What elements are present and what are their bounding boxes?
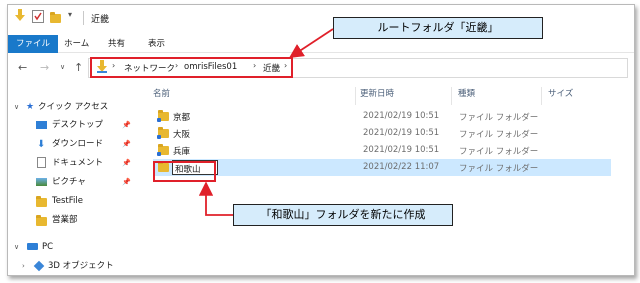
address-row: ← → ∨ ↑ › ネットワーク › omrisFiles01 › 近畿 › [8, 55, 634, 81]
file-type: ファイル フォルダー [459, 147, 539, 157]
file-type: ファイル フォルダー [459, 113, 539, 123]
column-header-size[interactable]: サイズ [548, 87, 573, 101]
column-header-type[interactable]: 種類 [458, 87, 475, 101]
cube-icon [33, 260, 45, 272]
file-row[interactable]: 大阪 2021/02/19 10:51 ファイル フォルダー [153, 125, 611, 142]
nav-item-sales[interactable]: 営業部 [8, 212, 138, 228]
recent-locations-chevron-icon[interactable]: ∨ [60, 63, 65, 71]
pin-icon[interactable]: 📌 [122, 174, 131, 190]
breadcrumb-current[interactable]: 近畿 [263, 62, 280, 74]
nav-item-pictures[interactable]: ピクチャ 📌 [8, 174, 138, 190]
forward-arrow-icon[interactable]: → [40, 61, 49, 74]
file-row[interactable]: 兵庫 2021/02/19 10:51 ファイル フォルダー [153, 142, 611, 159]
column-separator[interactable] [451, 87, 452, 105]
pc-icon [27, 243, 38, 250]
folder-down-icon [14, 9, 26, 26]
properties-icon[interactable] [32, 10, 44, 26]
file-date: 2021/02/22 11:07 [363, 162, 440, 172]
collapse-chevron-icon[interactable]: › [22, 258, 25, 274]
rename-highlight-box [153, 161, 216, 182]
nav-item-label: TestFile [52, 196, 83, 206]
pin-icon[interactable]: 📌 [122, 117, 131, 133]
back-arrow-icon[interactable]: ← [18, 61, 27, 74]
window-title: 近畿 [91, 15, 110, 25]
star-icon: ★ [26, 102, 35, 112]
column-separator[interactable] [541, 87, 542, 105]
nav-pc-label: PC [42, 242, 54, 252]
document-icon [37, 157, 46, 168]
download-icon: ⬇ [37, 139, 46, 150]
breadcrumb-chevron-icon[interactable]: › [112, 61, 115, 70]
nav-item-documents[interactable]: ドキュメント 📌 [8, 155, 138, 171]
picture-icon [36, 178, 47, 186]
desktop-icon [36, 121, 47, 129]
nav-item-label: ピクチャ [52, 177, 86, 187]
breadcrumb-chevron-icon[interactable]: › [175, 61, 178, 70]
file-row[interactable]: 京都 2021/02/19 10:51 ファイル フォルダー [153, 108, 611, 125]
up-arrow-icon[interactable]: ↑ [74, 61, 83, 74]
expand-chevron-icon[interactable]: ∨ [14, 239, 19, 255]
file-name: 兵庫 [173, 147, 191, 157]
nav-item-label: ドキュメント [52, 158, 104, 168]
file-date: 2021/02/19 10:51 [363, 111, 440, 121]
breadcrumb-chevron-icon[interactable]: › [284, 61, 287, 70]
network-folder-icon [96, 60, 108, 77]
nav-pc[interactable]: ∨ PC [8, 239, 138, 255]
tab-home[interactable]: ホーム [58, 35, 95, 53]
file-row-selected[interactable]: 和歌山 2021/02/22 11:07 ファイル フォルダー [153, 159, 611, 176]
pin-icon[interactable]: 📌 [122, 136, 131, 152]
tab-share[interactable]: 共有 [102, 35, 131, 53]
nav-item-label: デスクトップ [52, 120, 104, 130]
title-separator [83, 11, 84, 25]
nav-item-desktop[interactable]: デスクトップ 📌 [8, 117, 138, 133]
tab-file[interactable]: ファイル [8, 35, 59, 53]
tab-view[interactable]: 表示 [142, 35, 171, 53]
file-name: 大阪 [173, 130, 191, 140]
nav-item-label: 営業部 [52, 215, 78, 225]
nav-item-testfile[interactable]: TestFile [8, 193, 138, 209]
column-header-name[interactable]: 名前 [153, 87, 170, 101]
expand-chevron-icon[interactable]: ∨ [14, 99, 19, 115]
quick-access-toolbar-dropdown[interactable]: ▾ [68, 10, 72, 19]
callout-new-folder: 「和歌山」フォルダを新たに作成 [233, 204, 453, 226]
file-type: ファイル フォルダー [459, 130, 539, 140]
file-date: 2021/02/19 10:51 [363, 145, 440, 155]
column-separator[interactable] [355, 87, 356, 105]
breadcrumb-chevron-icon[interactable]: › [253, 61, 256, 70]
column-header-date[interactable]: 更新日時 [360, 87, 394, 101]
callout-root-folder: ルートフォルダ「近畿」 [333, 17, 543, 39]
nav-quick-access[interactable]: ∨ ★ クイック アクセス [8, 99, 138, 115]
file-type: ファイル フォルダー [459, 164, 539, 174]
file-name: 京都 [173, 113, 191, 123]
nav-3d-label: 3D オブジェクト [48, 261, 114, 271]
explorer-window: ▾ 近畿 ファイル ホーム 共有 表示 ← → ∨ ↑ › ネットワーク › o… [7, 4, 635, 276]
pin-icon[interactable]: 📌 [122, 155, 131, 171]
file-date: 2021/02/19 10:51 [363, 128, 440, 138]
nav-3d-objects[interactable]: › 3D オブジェクト [8, 258, 138, 274]
nav-item-label: ダウンロード [52, 139, 104, 149]
breadcrumb-server[interactable]: omrisFiles01 [184, 62, 237, 72]
nav-quick-access-label: クイック アクセス [38, 102, 109, 112]
breadcrumb-network[interactable]: ネットワーク [124, 62, 175, 74]
nav-item-downloads[interactable]: ⬇ ダウンロード 📌 [8, 136, 138, 152]
navigation-pane: ∨ ★ クイック アクセス デスクトップ 📌 ⬇ ダウンロード 📌 ドキュメント… [8, 89, 138, 275]
